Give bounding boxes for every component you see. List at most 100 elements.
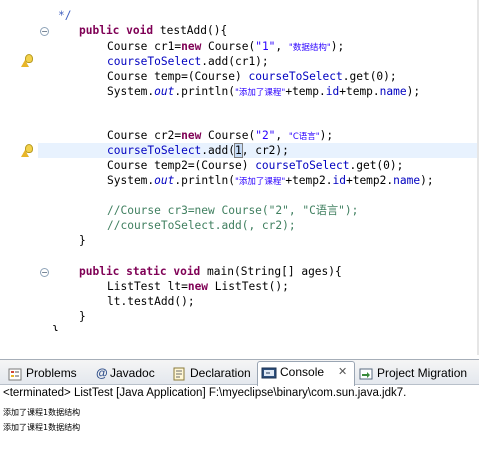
code-text-segment: .add(cr1); [201,55,269,68]
code-text-segment: Course temp2=(Course) [107,159,256,172]
code-text-segment: Course cr1= [107,40,182,53]
tab-project-migration[interactable]: Project Migration [355,363,467,385]
keyword: public [79,265,120,278]
console-status: <terminated> ListTest [Java Application]… [3,387,407,399]
text-cursor-selection[interactable]: 1 [234,143,243,158]
code-line: } [79,309,479,324]
code-line: Course cr1=new Course("1", "数据结构"); [107,39,479,54]
line-comment: //courseToSelect.add(, cr2); [107,219,296,232]
field-ref: courseToSelect [107,144,202,157]
code-text-segment: System. [107,174,155,187]
code-text-segment: ListTest(); [208,280,289,293]
code-text-segment: +temp. [285,85,326,98]
tab-declaration-label: Declaration [190,366,251,380]
code-line: Course temp2=(Course) courseToSelect.get… [107,158,479,173]
code-text-segment: .add( [201,144,235,157]
doc-comment-end: */ [58,9,72,22]
keyword: void [126,24,154,37]
code-line: public void testAdd(){ [79,23,479,38]
code-text-segment: testAdd(){ [153,24,228,37]
code-line: //courseToSelect.add(, cr2); [107,218,479,233]
code-line: System.out.println("添加了课程"+temp.id+temp.… [107,84,479,99]
code-text-segment: , cr2); [241,144,289,157]
code-text-segment: +temp2. [285,174,333,187]
javadoc-icon: @ [96,366,108,380]
field-ref: name [393,174,421,187]
code-text-segment: ); [330,40,345,53]
code-line: } [52,323,479,331]
field-ref: id [325,85,340,98]
problems-icon [8,368,22,381]
fold-toggle-icon[interactable]: − [40,27,49,36]
keyword: static [126,265,167,278]
code-text-segment: Course( [201,129,256,142]
field-ref: id [332,174,346,187]
code-line: public static void main(String[] ages){ [79,264,479,279]
code-text[interactable]: */ public void testAdd(){ Course cr1=new… [38,2,479,355]
code-text-segment: ); [406,85,421,98]
code-text-segment: +temp. [339,85,380,98]
code-text-segment: , [275,40,289,53]
console-icon [261,367,277,379]
fold-toggle-icon[interactable]: − [40,268,49,277]
close-icon[interactable]: ✕ [338,366,347,378]
field-ref: courseToSelect [255,159,350,172]
code-line: System.out.println("添加了课程"+temp2.id+temp… [107,173,479,188]
keyword: new [181,40,202,53]
code-line: Course temp=(Course) courseToSelect.get(… [107,69,479,84]
tab-console-label: Console [280,365,325,379]
closing-brace: } [79,234,86,247]
field-ref: courseToSelect [248,70,343,83]
string-literal: "1" [255,40,276,53]
code-text-segment: main(String[] ages){ [200,265,342,278]
bottom-panel: Problems @Javadoc Declaration Console ✕ [0,359,479,449]
code-text-segment: .get(0); [342,70,397,83]
code-line: ListTest lt=new ListTest(); [107,279,479,294]
code-text-segment: .println( [174,174,235,187]
keyword: void [173,265,201,278]
code-line: } [79,233,479,248]
tab-problems-label: Problems [26,366,77,380]
tab-javadoc[interactable]: @ Javadoc [96,363,155,385]
code-text-segment: lt.testAdd(); [107,295,195,308]
string-literal: "添加了课程" [235,177,286,187]
panel-tab-bar: Problems @Javadoc Declaration Console ✕ [0,359,479,386]
tab-problems[interactable]: Problems [4,363,77,385]
editor-gutter: − − [0,0,49,355]
code-text-segment: +temp2. [345,174,394,187]
project-migration-icon [359,368,373,380]
code-text-segment: System. [107,85,155,98]
code-editor[interactable]: − − */ public void testAdd(){ Course cr1… [0,0,479,355]
current-line: courseToSelect.add(1, cr2); [38,143,479,158]
field-ref: courseToSelect [107,55,202,68]
string-literal: "2" [255,129,276,142]
code-line: courseToSelect.add(cr1); [107,54,479,69]
field-ref: name [379,85,407,98]
static-field-ref: out [154,174,175,187]
warning-bulb-icon[interactable] [21,54,35,67]
code-text-segment: .println( [174,85,235,98]
tab-project-migration-label: Project Migration [377,366,468,380]
code-text-segment: ); [420,174,434,187]
code-text-segment: ListTest lt= [107,280,188,293]
closing-brace: } [52,324,59,331]
static-field-ref: out [154,85,175,98]
console-output-line: 添加了课程1数据结构 [3,408,81,417]
string-literal: "添加了课程" [235,88,286,98]
code-line: Course cr2=new Course("2", "C语言"); [107,128,479,143]
code-text-segment: .get(0); [349,159,404,172]
warning-bulb-icon[interactable] [21,144,35,157]
code-text-segment: Course( [201,40,256,53]
string-literal: "数据结构" [288,43,331,53]
keyword: public [79,24,120,37]
code-line: //Course cr3=new Course("2", "C语言"); [107,203,479,218]
tab-declaration[interactable]: Declaration [168,363,251,385]
string-literal: "C语言" [288,132,320,142]
code-text-segment: ); [319,129,334,142]
tab-console[interactable]: Console ✕ [257,361,355,386]
tab-javadoc-label: Javadoc [110,366,155,380]
console-output-line: 添加了课程1数据结构 [3,423,81,432]
closing-brace: } [79,310,86,323]
code-line: lt.testAdd(); [107,294,479,309]
code-line: */ [58,8,479,23]
